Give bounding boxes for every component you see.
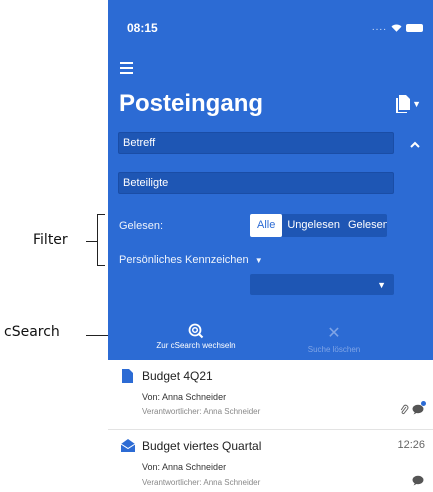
- clear-search-label: Suche löschen: [307, 345, 361, 354]
- message-from: Von: Anna Schneider: [142, 462, 227, 472]
- list-divider: [108, 429, 433, 430]
- list-item[interactable]: Budget viertes Quartal 12:26 Von: Anna S…: [108, 432, 433, 492]
- comment-icon: [412, 475, 424, 486]
- personal-tag-dropdown[interactable]: Persönliches Kennzeichen ▼: [119, 254, 263, 266]
- segment-unread[interactable]: Ungelesen: [282, 214, 345, 237]
- message-subject: Budget 4Q21: [142, 369, 213, 383]
- notification-dot: [421, 401, 426, 406]
- battery-icon: [406, 23, 423, 32]
- clear-search-button[interactable]: ✕ Suche löschen: [284, 323, 384, 354]
- document-icon: [396, 95, 411, 113]
- close-icon: ✕: [327, 325, 341, 342]
- filter-connector: [86, 241, 97, 242]
- list-item[interactable]: Budget 4Q21 Von: Anna Schneider Verantwo…: [108, 362, 433, 428]
- document-icon: [122, 369, 133, 383]
- message-from: Von: Anna Schneider: [142, 392, 227, 402]
- segment-read[interactable]: Gelesen: [344, 214, 387, 237]
- read-filter-label: Gelesen:: [119, 220, 164, 232]
- read-segmented-control[interactable]: Alle Ungelesen Gelesen: [250, 214, 387, 237]
- chevron-up-icon: [410, 141, 420, 148]
- csearch-annotation: cSearch: [4, 324, 60, 340]
- message-time: 12:26: [397, 439, 425, 451]
- caret-down-icon: ▼: [254, 256, 263, 265]
- open-envelope-icon: [121, 439, 135, 452]
- chevron-down-icon: ▼: [412, 99, 421, 109]
- message-responsible: Verantwortlicher: Anna Schneider: [142, 478, 261, 487]
- status-time: 08:15: [127, 21, 158, 35]
- paperclip-icon: [400, 404, 409, 415]
- csearch-icon: [188, 323, 204, 339]
- subject-input[interactable]: Betreff: [118, 132, 394, 154]
- segment-all[interactable]: Alle: [250, 214, 283, 237]
- message-responsible: Verantwortlicher: Anna Schneider: [142, 407, 261, 416]
- switch-csearch-label: Zur cSearch wechseln: [156, 341, 236, 350]
- participants-input[interactable]: Beteiligte: [118, 172, 394, 194]
- personal-tag-select[interactable]: ▼: [250, 274, 394, 295]
- filter-bracket: [97, 214, 105, 266]
- message-subject: Budget viertes Quartal: [142, 439, 262, 453]
- personal-tag-label: Persönliches Kennzeichen: [119, 254, 249, 266]
- hamburger-icon[interactable]: [120, 62, 133, 77]
- signal-dots: ....: [371, 22, 387, 33]
- caret-down-icon: ▼: [377, 280, 386, 290]
- filter-annotation: Filter: [33, 232, 68, 248]
- document-menu-button[interactable]: ▼: [396, 95, 421, 113]
- phone-screen: 08:15 .... Posteingang ▼ Betreff Beteili…: [108, 0, 433, 492]
- page-title: Posteingang: [119, 90, 264, 117]
- wifi-icon: [391, 23, 402, 32]
- collapse-filter-button[interactable]: [410, 137, 420, 151]
- switch-csearch-button[interactable]: Zur cSearch wechseln: [142, 323, 250, 350]
- status-indicators: ....: [372, 22, 423, 33]
